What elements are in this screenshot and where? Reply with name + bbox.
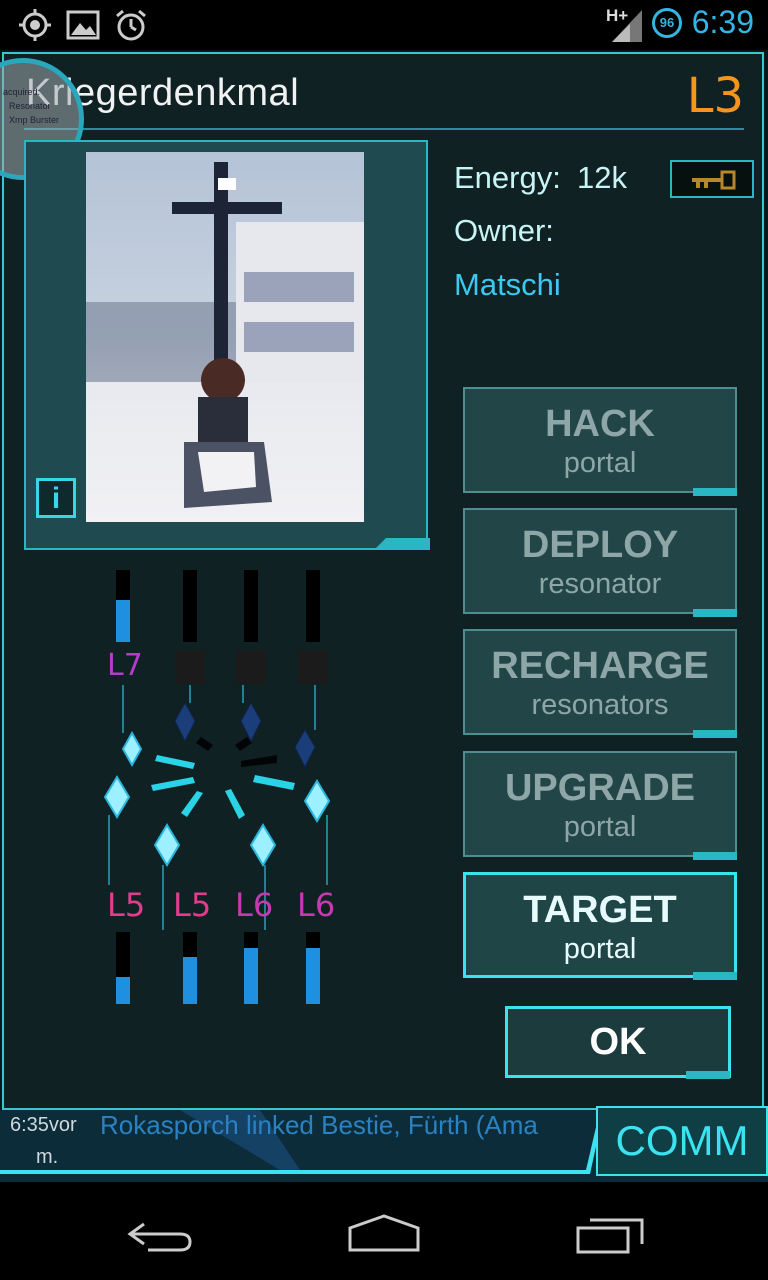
- comm-message: Rokasporch linked Bestie, Fürth (Ama: [100, 1110, 538, 1140]
- resonator-level: L6: [235, 886, 274, 924]
- button-tab: [693, 852, 737, 860]
- deploy-button[interactable]: DEPLOY resonator: [463, 508, 737, 614]
- resonator-energy-bar: [244, 932, 258, 1004]
- energy-fill: [306, 947, 320, 1004]
- comm-timestamp-suffix: m.: [36, 1146, 59, 1168]
- comm-timestamp: 6:35vor: [10, 1114, 77, 1136]
- resonator-energy-bar: [306, 570, 320, 642]
- battery-icon: 96: [652, 8, 682, 38]
- button-tab: [693, 609, 737, 617]
- signal-icon: [612, 10, 642, 42]
- button-tab: [686, 1071, 730, 1079]
- energy-value: 12k: [577, 160, 627, 195]
- recharge-label: RECHARGE: [491, 645, 709, 687]
- upgrade-button[interactable]: UPGRADE portal: [463, 751, 737, 857]
- target-button[interactable]: TARGET portal: [463, 872, 737, 978]
- gps-icon: [19, 9, 51, 41]
- target-sublabel: portal: [563, 933, 637, 965]
- energy-fill: [116, 600, 130, 642]
- resonator-energy-bar: [116, 932, 130, 1004]
- ring-line: acquired:: [3, 87, 41, 97]
- hack-button[interactable]: HACK portal: [463, 387, 737, 493]
- resonator-level: L5: [173, 886, 212, 924]
- energy-label: Energy:: [454, 160, 561, 195]
- resonator-energy-bar: [183, 932, 197, 1004]
- button-tab: [693, 730, 737, 738]
- frame-corner-tab: [374, 538, 430, 550]
- back-icon[interactable]: [124, 1218, 196, 1254]
- resonator-energy-bar: [183, 570, 197, 642]
- owner-label: Owner:: [454, 213, 554, 248]
- energy-fill: [116, 976, 130, 1004]
- recharge-button[interactable]: RECHARGE resonators: [463, 629, 737, 735]
- deploy-sublabel: resonator: [538, 568, 662, 600]
- empty-resonator-slot[interactable]: [298, 650, 328, 684]
- resonator-level: L6: [297, 886, 336, 924]
- portal-key-button[interactable]: [670, 160, 754, 198]
- resonator-energy-bar: [116, 570, 130, 642]
- energy-fill: [183, 957, 197, 1004]
- upgrade-label: UPGRADE: [504, 767, 696, 809]
- resonator-energy-bar: [306, 932, 320, 1004]
- home-icon[interactable]: [346, 1212, 422, 1254]
- portal-photo[interactable]: [86, 152, 364, 522]
- upgrade-sublabel: portal: [563, 811, 637, 843]
- target-label: TARGET: [523, 889, 677, 931]
- image-icon: [66, 10, 100, 40]
- energy-fill: [244, 947, 258, 1004]
- button-tab: [693, 488, 737, 496]
- title-divider: [24, 128, 744, 130]
- navigation-bar: [0, 1182, 768, 1280]
- resonator-level: L7: [107, 648, 143, 683]
- empty-resonator-slot[interactable]: [236, 650, 266, 684]
- portal-level: L3: [686, 68, 744, 124]
- resonator-energy-bar: [244, 570, 258, 642]
- deploy-label: DEPLOY: [521, 524, 679, 566]
- clock: 6:39: [691, 4, 754, 40]
- hack-sublabel: portal: [563, 447, 637, 479]
- status-bar: H+ 96 6:39: [0, 0, 768, 50]
- ring-line: Resonator: [9, 101, 51, 111]
- button-tab: [693, 972, 737, 980]
- portal-info-button[interactable]: i: [36, 478, 76, 518]
- resonator-level: L5: [107, 886, 146, 924]
- comm-button[interactable]: COMM: [596, 1106, 768, 1176]
- ring-line: Xmp Burster: [9, 115, 60, 125]
- alarm-icon: [116, 9, 146, 41]
- recent-apps-icon[interactable]: [574, 1216, 646, 1256]
- portal-image: [86, 162, 364, 508]
- key-icon: [692, 170, 736, 190]
- recharge-sublabel: resonators: [531, 689, 669, 721]
- empty-resonator-slot[interactable]: [175, 650, 205, 684]
- owner-name[interactable]: Matschi: [454, 267, 561, 303]
- ok-button[interactable]: OK: [505, 1006, 731, 1078]
- hack-label: HACK: [545, 403, 655, 445]
